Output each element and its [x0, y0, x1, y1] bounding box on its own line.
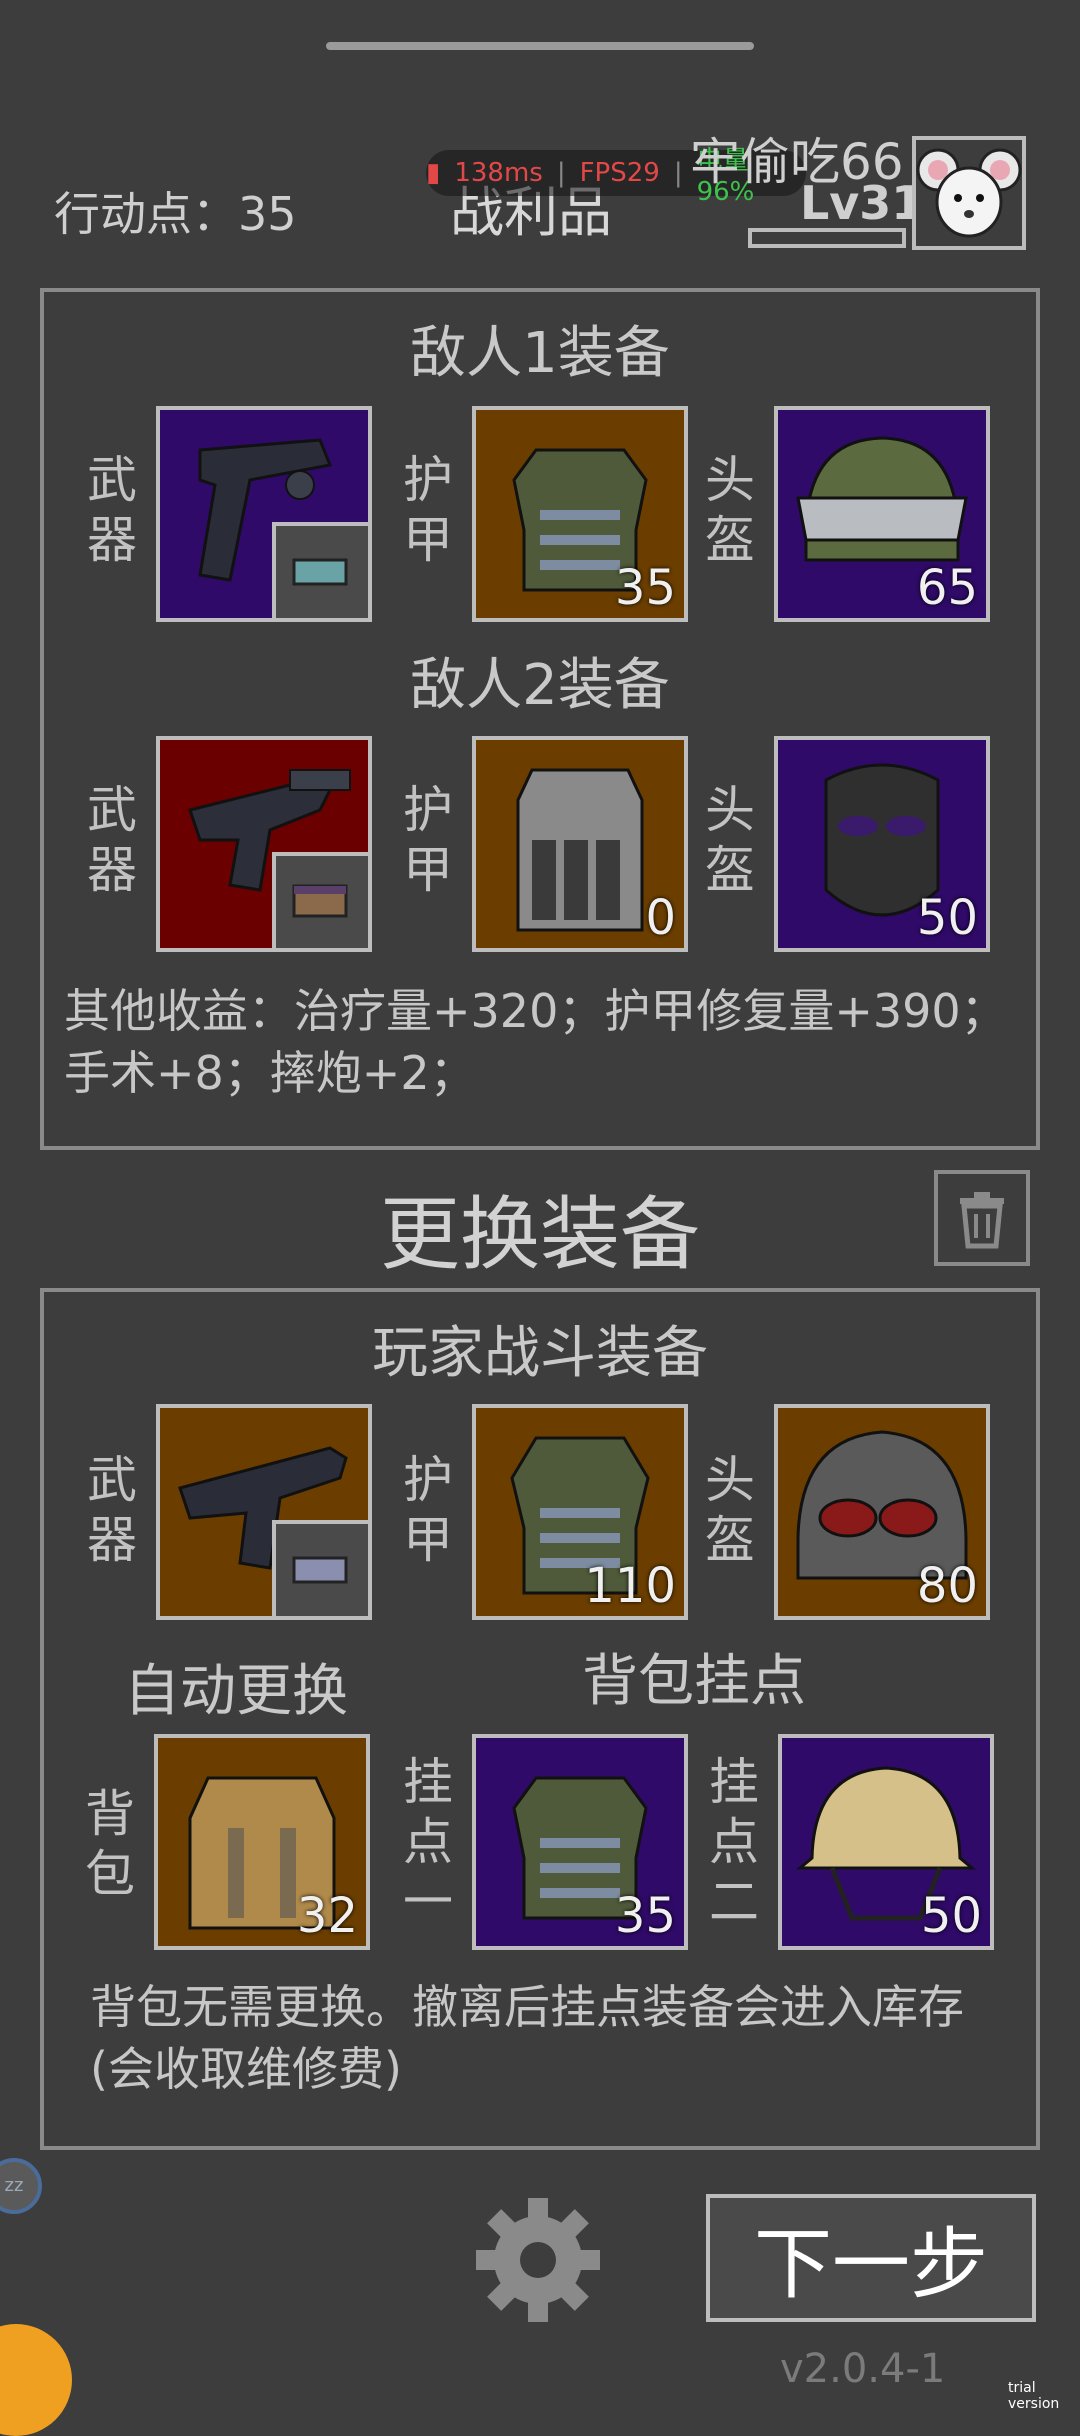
player-armor-slot[interactable]: 110 [472, 1404, 688, 1620]
ammo-box-icon [292, 558, 348, 586]
mount2-slot[interactable]: 50 [778, 1734, 994, 1950]
player-helmet-slot[interactable]: 80 [774, 1404, 990, 1620]
trash-button[interactable] [934, 1170, 1030, 1266]
mouse-avatar-icon [916, 148, 1022, 238]
armor-label: 护甲 [403, 1451, 453, 1569]
avatar[interactable] [912, 136, 1026, 250]
enemy2-armor-slot[interactable]: 0 [472, 736, 688, 952]
action-points: 行动点：35 [54, 187, 297, 241]
enemy2-title: 敌人2装备 [410, 653, 670, 718]
mount2-label: 挂点二 [709, 1753, 759, 1931]
xp-bar [748, 228, 906, 248]
change-equipment-title: 更换装备 [380, 1188, 700, 1281]
enemy1-armor-slot[interactable]: 35 [472, 406, 688, 622]
enemy2-weapon-slot[interactable] [156, 736, 372, 952]
backpack-label: 背包 [85, 1785, 135, 1903]
mount1-label: 挂点一 [403, 1753, 453, 1931]
enemy2-helmet-slot[interactable]: 50 [774, 736, 990, 952]
ammo-box-icon [292, 884, 348, 918]
helmet-label: 头盔 [705, 451, 755, 569]
trial-watermark: trial version [1008, 2380, 1060, 2412]
ammo-box-icon [292, 1556, 348, 1584]
enemy1-title: 敌人1装备 [410, 321, 670, 386]
backpack-slot[interactable]: 32 [154, 1734, 370, 1950]
helmet-label: 头盔 [705, 1451, 755, 1569]
weapon-label: 武器 [87, 781, 137, 899]
enemy1-weapon-slot[interactable] [156, 406, 372, 622]
settings-button[interactable] [470, 2192, 606, 2328]
mount1-durability: 35 [614, 1888, 676, 1944]
fps-value: FPS29 [579, 158, 660, 188]
trash-icon [960, 1192, 1004, 1249]
backpack-note: 背包无需更换。撤离后挂点装备会进入库存(会收取维修费) [90, 1980, 964, 2096]
helmet-durability: 80 [916, 1558, 978, 1614]
player-weapon-slot[interactable] [156, 1404, 372, 1620]
player-equipment-title: 玩家战斗装备 [372, 1321, 708, 1386]
mount2-durability: 50 [920, 1888, 982, 1944]
weapon-label: 武器 [87, 451, 137, 569]
version-label: v2.0.4-1 [780, 2346, 946, 2392]
mount1-slot[interactable]: 35 [472, 1734, 688, 1950]
armor-label: 护甲 [403, 781, 453, 899]
player-level: Lv31 [800, 176, 924, 230]
ping-value: 138ms [454, 158, 543, 188]
drag-handle[interactable] [326, 42, 754, 50]
ammo-slot [272, 852, 368, 948]
helmet-durability: 50 [916, 890, 978, 946]
corner-badge[interactable] [0, 2324, 72, 2436]
armor-durability: 0 [645, 890, 676, 946]
other-gains-text: 其他收益：治疗量+320；护甲修复量+390；手术+8；摔炮+2； [64, 984, 1007, 1100]
weapon-label: 武器 [87, 1451, 137, 1569]
separator: | [673, 158, 683, 188]
helmet-label: 头盔 [705, 781, 755, 899]
armor-durability: 110 [584, 1558, 676, 1614]
auto-replace-label[interactable]: 自动更换 [124, 1646, 348, 1727]
next-step-button[interactable]: 下一步 [706, 2194, 1036, 2322]
floating-bubble[interactable]: zz [0, 2158, 42, 2214]
backpack-capacity: 32 [296, 1888, 358, 1944]
separator: | [556, 158, 566, 188]
ammo-slot [272, 522, 368, 618]
enemy1-helmet-slot[interactable]: 65 [774, 406, 990, 622]
backpack-mounts-title: 背包挂点 [582, 1649, 806, 1714]
helmet-durability: 65 [916, 560, 978, 616]
ammo-slot [272, 1520, 368, 1616]
signal-icon: ▮ [426, 158, 441, 188]
armor-label: 护甲 [403, 451, 453, 569]
gear-icon [476, 2198, 600, 2322]
armor-durability: 35 [614, 560, 676, 616]
